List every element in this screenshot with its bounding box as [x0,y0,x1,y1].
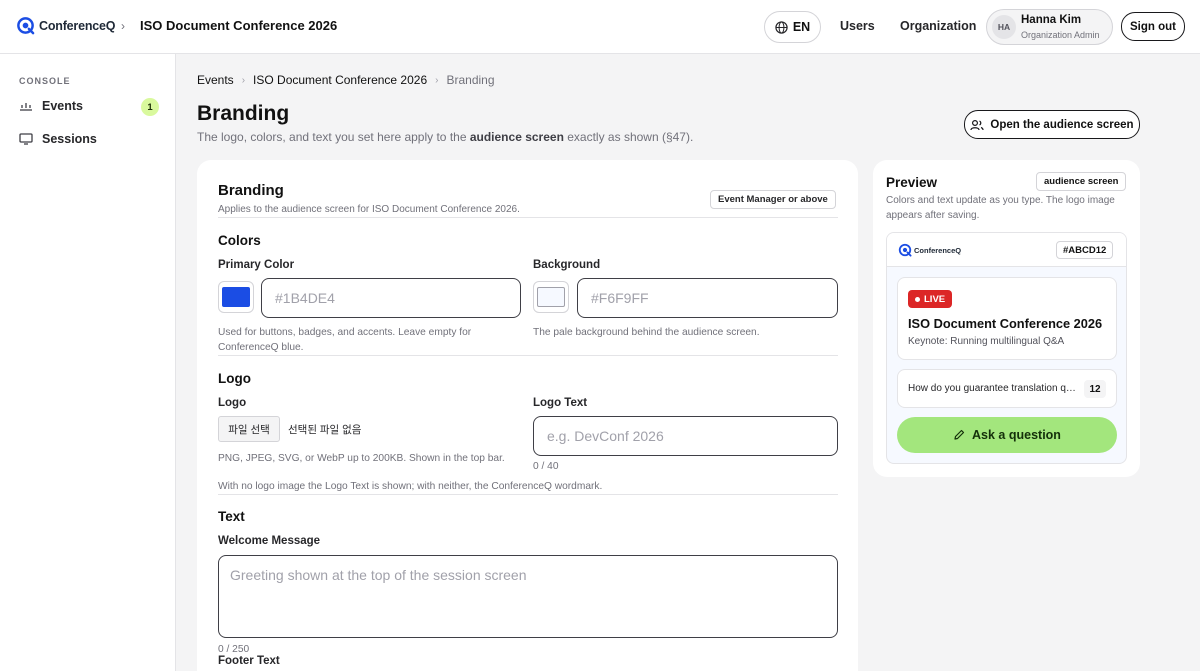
primary-color-help: Used for buttons, badges, and accents. L… [218,327,472,353]
audience-screen-preview: ConferenceQ #ABCD12 LIVE ISO Document Co… [886,232,1127,464]
nav-organization[interactable]: Organization [900,19,976,33]
ask-question-button: Ask a question [897,417,1117,453]
welcome-message-label: Welcome Message [218,535,321,547]
logo-section-title: Logo [218,371,251,386]
desc-suffix: exactly as shown (§47). [567,130,694,144]
preview-event-name: ISO Document Conference 2026 [908,316,1103,331]
form-title: Branding [218,182,284,199]
text-section-title: Text [218,509,245,524]
logo-label: Logo [218,397,247,409]
chevron-right-icon: › [435,74,439,86]
audience-icon [970,119,985,130]
language-label: EN [792,20,811,34]
divider [218,494,838,495]
top-bar: ConferenceQ › ISO Document Conference 20… [0,0,1200,54]
logo-help: PNG, JPEG, SVG, or WebP up to 200KB. Sho… [218,453,505,464]
pencil-icon [954,429,965,440]
conferenceq-logo-icon [17,17,35,35]
sidebar: CONSOLE Events 1 Sessions [0,54,176,671]
divider [218,217,838,218]
desc-prefix: The logo, colors, and text you set here … [197,130,467,144]
open-button-label: Open the audience screen [990,118,1134,131]
preview-event-card: LIVE ISO Document Conference 2026 Keynot… [897,277,1117,360]
role-requirement-badge: Event Manager or above [710,190,836,209]
logo-text-input[interactable] [533,416,838,456]
live-dot-icon [915,296,920,302]
background-color-label: Background [533,259,601,271]
user-role: Organization Admin [1021,30,1100,40]
language-button[interactable]: EN [764,11,821,43]
globe-icon [775,20,788,34]
preview-brand-name: ConferenceQ [914,245,962,255]
page-description: The logo, colors, and text you set here … [197,130,693,144]
preview-card: Preview audience screen Colors and text … [873,160,1140,477]
chevron-right-icon: › [241,74,246,86]
preview-session-name: Keynote: Running multilingual Q&A [908,336,1065,347]
footer-text-label: Footer Text [218,655,280,667]
sidebar-section-label: CONSOLE [19,76,71,86]
preview-top-bar: ConferenceQ #ABCD12 [887,233,1126,267]
background-color-swatch [537,287,565,307]
sidebar-item-events[interactable]: Events 1 [19,98,159,116]
preview-description: Colors and text update as you type. The … [886,195,1115,221]
preview-chip: audience screen [1036,172,1127,191]
breadcrumb-events[interactable]: Events [197,73,234,87]
sidebar-item-label: Events [42,99,83,113]
background-color-help: The pale background behind the audience … [533,327,760,338]
user-menu[interactable]: HA Hanna Kim Organization Admin [986,9,1113,45]
monitor-icon [19,133,33,145]
ask-button-label: Ask a question [972,428,1061,442]
welcome-message-input[interactable] [218,555,838,638]
sidebar-item-sessions[interactable]: Sessions [19,132,159,146]
file-status: 선택된 파일 없음 [288,424,362,436]
choose-file-button[interactable]: 파일 선택 [218,416,280,442]
primary-color-input[interactable] [261,278,521,318]
preview-title: Preview [886,175,938,190]
background-color-input[interactable] [577,278,838,318]
event-title: ISO Document Conference 2026 [140,18,338,33]
events-count-badge: 1 [141,98,159,116]
primary-color-picker[interactable] [218,281,254,313]
page-title: Branding [197,102,290,125]
breadcrumb-event[interactable]: ISO Document Conference 2026 [253,73,427,87]
preview-question-text: How do you guarantee translation quality… [908,383,1078,394]
conferenceq-logo-icon [898,243,912,257]
live-label: LIVE [924,293,946,305]
logo-fallback-help: With no logo image the Logo Text is show… [218,481,603,492]
background-color-picker[interactable] [533,281,569,313]
preview-question-item: How do you guarantee translation quality… [897,369,1117,408]
primary-color-label: Primary Color [218,259,295,271]
primary-color-swatch [222,287,250,307]
form-subtitle: Applies to the audience screen for ISO D… [218,204,520,215]
sign-out-button[interactable]: Sign out [1121,12,1185,41]
nav-users[interactable]: Users [840,19,875,33]
live-badge: LIVE [908,290,953,308]
user-name: Hanna Kim [1021,14,1082,26]
divider [218,355,838,356]
brand-logo[interactable]: ConferenceQ [16,16,115,35]
breadcrumb-current: Branding [446,73,495,87]
preview-brand: ConferenceQ [898,243,961,257]
branding-form-card: Branding Applies to the audience screen … [197,160,858,671]
preview-question-votes: 12 [1084,380,1106,398]
breadcrumb: Events › ISO Document Conference 2026 › … [197,73,495,87]
logo-text-label: Logo Text [533,397,588,409]
brand-name: ConferenceQ [39,18,116,33]
colors-section-title: Colors [218,233,261,248]
avatar: HA [992,15,1016,39]
event-code-badge: #ABCD12 [1056,241,1114,259]
chevron-right-icon: › [121,19,125,33]
logo-text-counter: 0 / 40 [533,461,559,472]
open-audience-screen-button[interactable]: Open the audience screen [964,110,1140,139]
desc-bold: audience screen [469,130,564,144]
sidebar-item-label: Sessions [42,132,97,146]
events-icon [20,103,32,111]
